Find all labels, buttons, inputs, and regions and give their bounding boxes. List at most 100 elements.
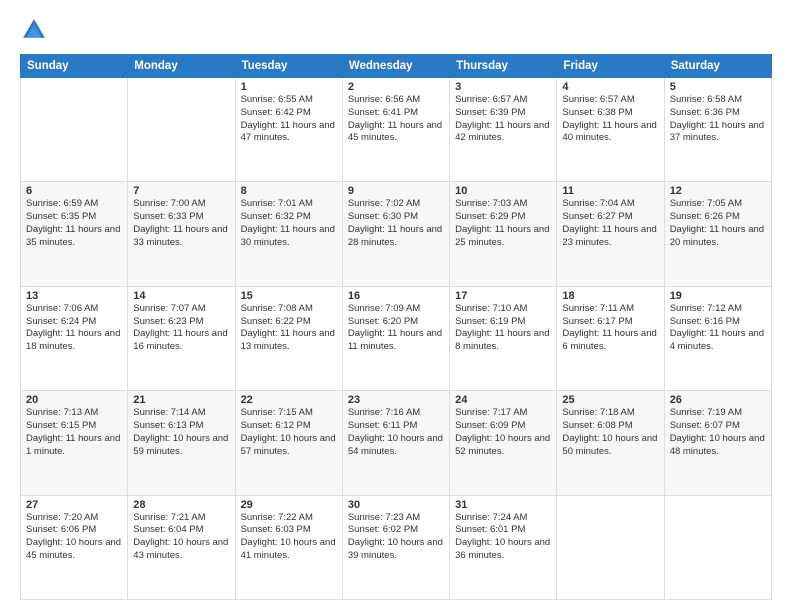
cell-content: Sunrise: 7:14 AMSunset: 6:13 PMDaylight:… — [133, 407, 229, 458]
day-number: 1 — [241, 81, 337, 93]
cell-line: Sunset: 6:29 PM — [455, 211, 551, 224]
cell-line: Daylight: 10 hours and 45 minutes. — [26, 537, 122, 563]
cell-line: Sunset: 6:20 PM — [348, 316, 444, 329]
cell-line: Sunrise: 7:14 AM — [133, 407, 229, 420]
calendar-cell — [128, 78, 235, 182]
calendar-cell: 28Sunrise: 7:21 AMSunset: 6:04 PMDayligh… — [128, 495, 235, 599]
day-number: 22 — [241, 394, 337, 406]
day-number: 28 — [133, 499, 229, 511]
calendar-cell: 19Sunrise: 7:12 AMSunset: 6:16 PMDayligh… — [664, 286, 771, 390]
cell-line: Sunset: 6:26 PM — [670, 211, 766, 224]
week-row-5: 27Sunrise: 7:20 AMSunset: 6:06 PMDayligh… — [21, 495, 772, 599]
cell-content: Sunrise: 7:08 AMSunset: 6:22 PMDaylight:… — [241, 303, 337, 354]
day-number: 30 — [348, 499, 444, 511]
day-number: 21 — [133, 394, 229, 406]
calendar-cell — [557, 495, 664, 599]
cell-line: Sunrise: 7:02 AM — [348, 198, 444, 211]
cell-line: Daylight: 11 hours and 1 minute. — [26, 433, 122, 459]
cell-line: Sunset: 6:01 PM — [455, 524, 551, 537]
logo — [20, 16, 52, 44]
logo-icon — [20, 16, 48, 44]
cell-line: Daylight: 10 hours and 39 minutes. — [348, 537, 444, 563]
cell-line: Sunset: 6:41 PM — [348, 107, 444, 120]
cell-line: Sunrise: 6:58 AM — [670, 94, 766, 107]
cell-content: Sunrise: 7:24 AMSunset: 6:01 PMDaylight:… — [455, 512, 551, 563]
day-number: 23 — [348, 394, 444, 406]
page: SundayMondayTuesdayWednesdayThursdayFrid… — [0, 0, 792, 612]
cell-line: Daylight: 10 hours and 57 minutes. — [241, 433, 337, 459]
day-number: 19 — [670, 290, 766, 302]
calendar-cell: 11Sunrise: 7:04 AMSunset: 6:27 PMDayligh… — [557, 182, 664, 286]
cell-line: Daylight: 11 hours and 18 minutes. — [26, 328, 122, 354]
calendar-cell: 30Sunrise: 7:23 AMSunset: 6:02 PMDayligh… — [342, 495, 449, 599]
cell-content: Sunrise: 6:55 AMSunset: 6:42 PMDaylight:… — [241, 94, 337, 145]
calendar-cell: 17Sunrise: 7:10 AMSunset: 6:19 PMDayligh… — [450, 286, 557, 390]
dow-header-sunday: Sunday — [21, 55, 128, 78]
cell-line: Sunrise: 6:55 AM — [241, 94, 337, 107]
cell-line: Sunrise: 7:18 AM — [562, 407, 658, 420]
calendar-cell: 10Sunrise: 7:03 AMSunset: 6:29 PMDayligh… — [450, 182, 557, 286]
cell-content: Sunrise: 7:20 AMSunset: 6:06 PMDaylight:… — [26, 512, 122, 563]
week-row-3: 13Sunrise: 7:06 AMSunset: 6:24 PMDayligh… — [21, 286, 772, 390]
cell-content: Sunrise: 6:59 AMSunset: 6:35 PMDaylight:… — [26, 198, 122, 249]
header — [20, 16, 772, 44]
calendar-cell: 3Sunrise: 6:57 AMSunset: 6:39 PMDaylight… — [450, 78, 557, 182]
cell-content: Sunrise: 7:02 AMSunset: 6:30 PMDaylight:… — [348, 198, 444, 249]
cell-line: Sunrise: 7:20 AM — [26, 512, 122, 525]
cell-content: Sunrise: 7:16 AMSunset: 6:11 PMDaylight:… — [348, 407, 444, 458]
cell-line: Daylight: 11 hours and 42 minutes. — [455, 120, 551, 146]
cell-content: Sunrise: 7:13 AMSunset: 6:15 PMDaylight:… — [26, 407, 122, 458]
day-number: 6 — [26, 185, 122, 197]
cell-line: Sunrise: 7:24 AM — [455, 512, 551, 525]
cell-line: Sunrise: 7:21 AM — [133, 512, 229, 525]
cell-line: Sunset: 6:19 PM — [455, 316, 551, 329]
cell-line: Daylight: 11 hours and 47 minutes. — [241, 120, 337, 146]
day-number: 18 — [562, 290, 658, 302]
cell-line: Daylight: 11 hours and 25 minutes. — [455, 224, 551, 250]
calendar-cell: 9Sunrise: 7:02 AMSunset: 6:30 PMDaylight… — [342, 182, 449, 286]
calendar-cell: 4Sunrise: 6:57 AMSunset: 6:38 PMDaylight… — [557, 78, 664, 182]
cell-line: Sunset: 6:27 PM — [562, 211, 658, 224]
calendar-cell — [21, 78, 128, 182]
cell-line: Daylight: 11 hours and 45 minutes. — [348, 120, 444, 146]
calendar-cell: 23Sunrise: 7:16 AMSunset: 6:11 PMDayligh… — [342, 391, 449, 495]
cell-line: Daylight: 11 hours and 33 minutes. — [133, 224, 229, 250]
cell-line: Sunrise: 7:10 AM — [455, 303, 551, 316]
cell-line: Sunset: 6:35 PM — [26, 211, 122, 224]
cell-line: Daylight: 11 hours and 40 minutes. — [562, 120, 658, 146]
header-row: SundayMondayTuesdayWednesdayThursdayFrid… — [21, 55, 772, 78]
cell-line: Daylight: 11 hours and 20 minutes. — [670, 224, 766, 250]
calendar-cell: 15Sunrise: 7:08 AMSunset: 6:22 PMDayligh… — [235, 286, 342, 390]
cell-line: Daylight: 11 hours and 8 minutes. — [455, 328, 551, 354]
cell-line: Sunset: 6:23 PM — [133, 316, 229, 329]
week-row-1: 1Sunrise: 6:55 AMSunset: 6:42 PMDaylight… — [21, 78, 772, 182]
cell-line: Sunrise: 7:07 AM — [133, 303, 229, 316]
cell-line: Sunrise: 6:57 AM — [455, 94, 551, 107]
cell-line: Sunset: 6:07 PM — [670, 420, 766, 433]
cell-line: Sunrise: 7:13 AM — [26, 407, 122, 420]
cell-line: Sunset: 6:08 PM — [562, 420, 658, 433]
calendar-cell: 20Sunrise: 7:13 AMSunset: 6:15 PMDayligh… — [21, 391, 128, 495]
cell-line: Sunset: 6:04 PM — [133, 524, 229, 537]
cell-line: Sunrise: 7:08 AM — [241, 303, 337, 316]
cell-content: Sunrise: 7:03 AMSunset: 6:29 PMDaylight:… — [455, 198, 551, 249]
cell-line: Sunset: 6:12 PM — [241, 420, 337, 433]
cell-line: Sunrise: 7:17 AM — [455, 407, 551, 420]
cell-content: Sunrise: 7:07 AMSunset: 6:23 PMDaylight:… — [133, 303, 229, 354]
day-number: 7 — [133, 185, 229, 197]
calendar-cell: 2Sunrise: 6:56 AMSunset: 6:41 PMDaylight… — [342, 78, 449, 182]
cell-content: Sunrise: 7:06 AMSunset: 6:24 PMDaylight:… — [26, 303, 122, 354]
calendar-cell: 24Sunrise: 7:17 AMSunset: 6:09 PMDayligh… — [450, 391, 557, 495]
calendar-cell: 12Sunrise: 7:05 AMSunset: 6:26 PMDayligh… — [664, 182, 771, 286]
cell-line: Daylight: 10 hours and 50 minutes. — [562, 433, 658, 459]
cell-line: Sunset: 6:36 PM — [670, 107, 766, 120]
calendar-cell: 22Sunrise: 7:15 AMSunset: 6:12 PMDayligh… — [235, 391, 342, 495]
day-number: 8 — [241, 185, 337, 197]
cell-line: Daylight: 11 hours and 37 minutes. — [670, 120, 766, 146]
calendar-cell: 8Sunrise: 7:01 AMSunset: 6:32 PMDaylight… — [235, 182, 342, 286]
day-number: 29 — [241, 499, 337, 511]
cell-line: Daylight: 11 hours and 35 minutes. — [26, 224, 122, 250]
calendar-cell: 27Sunrise: 7:20 AMSunset: 6:06 PMDayligh… — [21, 495, 128, 599]
day-number: 17 — [455, 290, 551, 302]
day-number: 15 — [241, 290, 337, 302]
